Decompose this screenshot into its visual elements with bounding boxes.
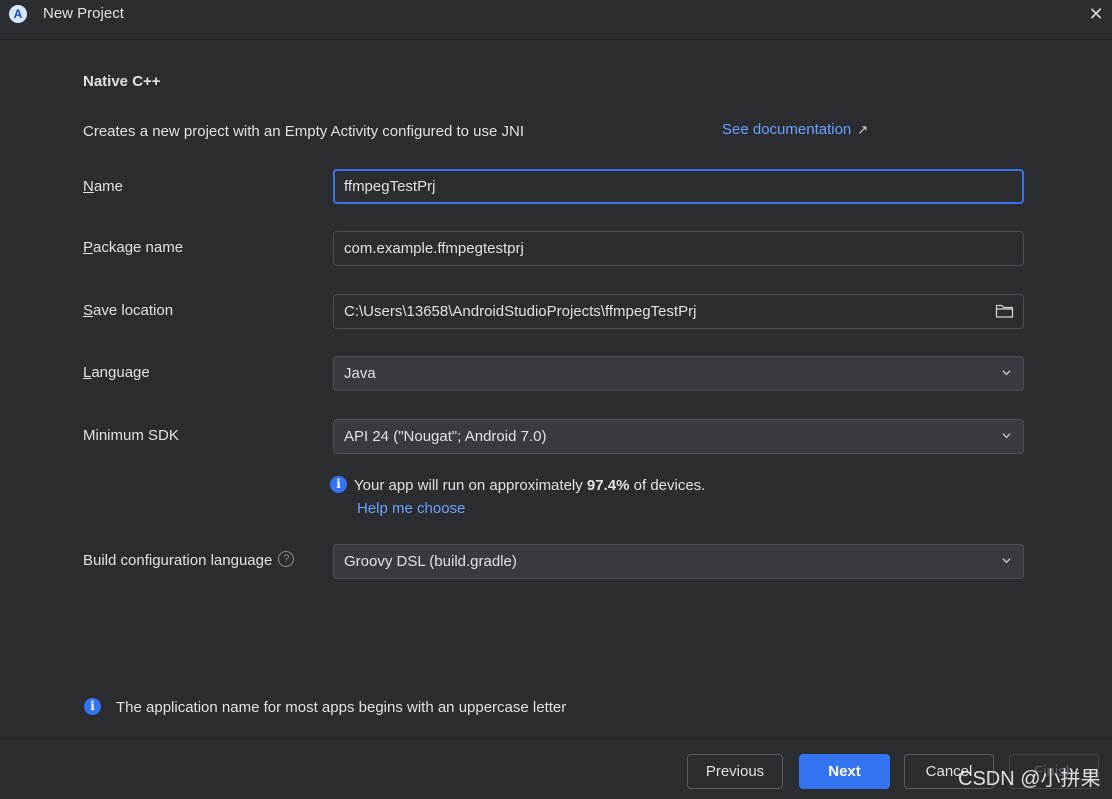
build-config-dropdown[interactable]: Groovy DSL (build.gradle) (333, 544, 1024, 579)
folder-icon[interactable] (995, 303, 1014, 319)
build-config-value: Groovy DSL (build.gradle) (344, 553, 517, 570)
close-icon[interactable]: ✕ (1086, 4, 1106, 24)
name-value: ffmpegTestPrj (344, 178, 436, 195)
template-title: Native C++ (83, 73, 161, 90)
template-description: Creates a new project with an Empty Acti… (83, 123, 525, 140)
name-label: Name (83, 178, 124, 195)
validation-info: i The application name for most apps begi… (84, 697, 567, 717)
watermark: CSDN @小拼果 (958, 768, 1101, 790)
coverage-percent: 97.4% (586, 477, 630, 494)
minimum-sdk-label: Minimum SDK (83, 427, 179, 444)
save-location-label: Save location (83, 302, 174, 319)
info-icon: i (84, 697, 101, 715)
title-bar: A New Project ✕ (0, 0, 1112, 40)
help-icon[interactable]: ? (278, 551, 295, 568)
chevron-down-icon (1002, 558, 1011, 564)
external-link-icon: ↗ (857, 122, 869, 137)
minimum-sdk-value: API 24 ("Nougat"; Android 7.0) (344, 428, 547, 445)
minimum-sdk-dropdown[interactable]: API 24 ("Nougat"; Android 7.0) (333, 419, 1024, 454)
chevron-down-icon (1002, 370, 1011, 376)
info-icon: i (330, 475, 347, 493)
see-documentation-link[interactable]: See documentation ↗ (722, 121, 868, 138)
chevron-down-icon (1002, 433, 1011, 439)
save-location-value: C:\Users\13658\AndroidStudioProjects\ffm… (344, 303, 697, 320)
previous-button[interactable]: Previous (687, 754, 783, 789)
build-config-label: Build configuration language? (83, 551, 295, 569)
package-name-value: com.example.ffmpegtestprj (344, 240, 524, 257)
sdk-coverage-info: i Your app will run on approximately 97.4… (330, 475, 705, 495)
language-value: Java (344, 365, 376, 382)
android-studio-icon: A (9, 5, 27, 23)
language-label: Language (83, 364, 150, 381)
package-name-input[interactable]: com.example.ffmpegtestprj (333, 231, 1024, 266)
language-dropdown[interactable]: Java (333, 356, 1024, 391)
see-documentation-label: See documentation (722, 121, 852, 138)
next-button[interactable]: Next (799, 754, 890, 789)
help-me-choose-link[interactable]: Help me choose (357, 500, 465, 517)
window-title: New Project (43, 5, 124, 22)
package-name-label: Package name (83, 239, 184, 256)
save-location-input[interactable]: C:\Users\13658\AndroidStudioProjects\ffm… (333, 294, 1024, 329)
validation-message: The application name for most apps begin… (116, 699, 567, 716)
dialog-footer: Previous Next Cancel Finish (0, 738, 1112, 799)
name-input[interactable]: ffmpegTestPrj (333, 169, 1024, 204)
